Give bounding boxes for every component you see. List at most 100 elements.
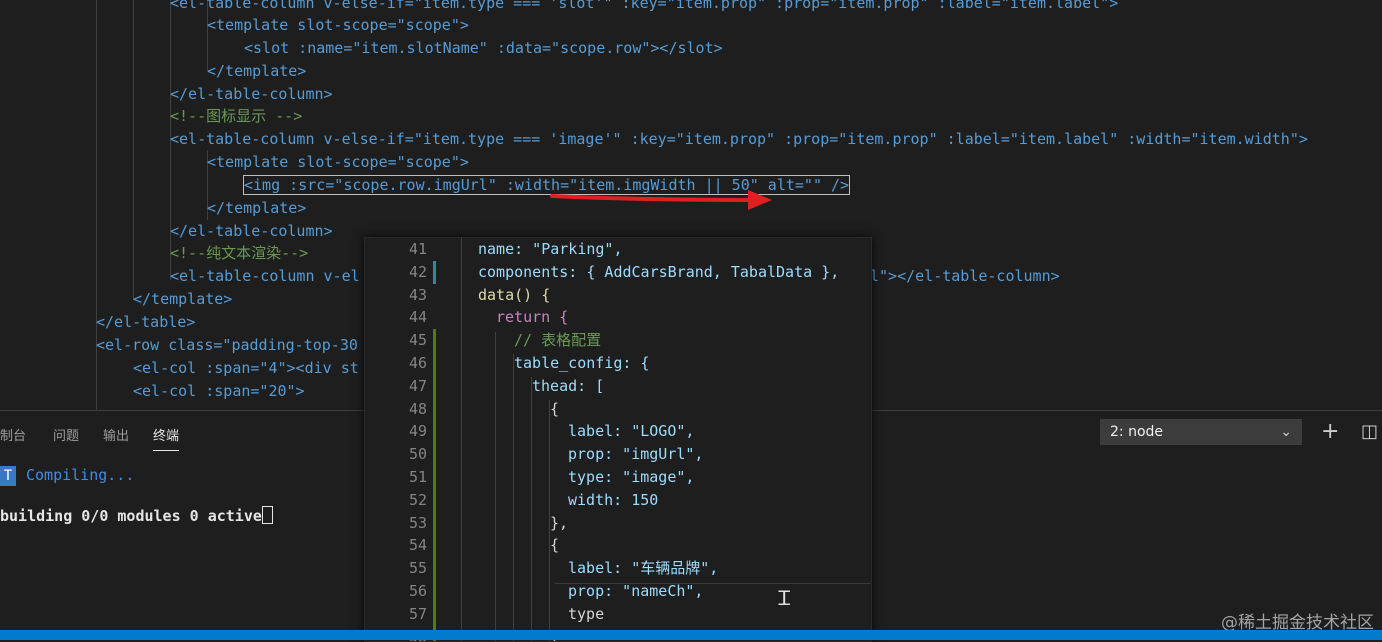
code-line: <el-table-column v-el: [170, 267, 360, 285]
line-number: 53: [408, 513, 427, 532]
line-number: 56: [408, 582, 427, 600]
line-number: 48: [408, 399, 427, 418]
peek-line: 52 width: 150: [365, 488, 871, 512]
code-line: <el-col :span="4"><div st: [133, 359, 359, 377]
line-number: 43: [408, 285, 427, 304]
code-line-tail: l"></el-table-column>: [870, 267, 1060, 285]
code-comment: <!--图标显示 -->: [170, 107, 303, 125]
line-number: 45: [408, 331, 427, 350]
line-number: 42: [408, 262, 427, 281]
peek-code-text: components: { AddCarsBrand, TabalData },: [478, 262, 840, 281]
peek-line: 57 type: [365, 602, 871, 626]
peek-code-text: // 表格配置: [514, 331, 602, 350]
split-terminal-icon[interactable]: ◫: [1361, 419, 1378, 445]
code-line: <el-row class="padding-top-30: [96, 336, 358, 354]
peek-line: 51 type: "image",: [365, 466, 871, 489]
code-line: </el-table>: [96, 313, 196, 331]
peek-code-text: type: [568, 604, 605, 623]
gutter-change-marker: [433, 352, 436, 375]
code-line: </template>: [207, 62, 307, 80]
peek-line: 41 name: "Parking",: [365, 238, 871, 261]
tab-problems[interactable]: 问题: [53, 425, 79, 444]
peek-code-text: name: "Parking",: [478, 240, 623, 258]
line-number: 52: [408, 490, 427, 509]
peek-code-text: label: "LOGO",: [568, 422, 695, 441]
code-line: <el-col :span="20">: [133, 382, 305, 400]
terminal-badge: T: [0, 466, 16, 486]
peek-code-text: label: "车辆品牌",: [568, 559, 719, 578]
peek-code-text: {: [550, 536, 560, 555]
red-arrow-annotation: [550, 190, 772, 210]
code-line: <template slot-scope="scope">: [207, 153, 469, 171]
terminal-select-value: 2: node: [1110, 424, 1164, 440]
peek-line: 47 thead: [: [365, 374, 871, 398]
peek-code-text: width: 150: [568, 490, 659, 509]
line-number: 41: [408, 240, 427, 258]
code-line: <slot :name="item.slotName" :data="scope…: [244, 39, 723, 57]
gutter-change-marker: [433, 511, 436, 535]
peek-code-text: prop: "imgUrl",: [568, 445, 704, 464]
peek-code-text: data() {: [478, 285, 551, 304]
line-number: 47: [408, 376, 427, 395]
peek-code-text: },: [550, 513, 569, 532]
peek-line: 49 label: "LOGO",: [365, 420, 871, 444]
peek-line: 55 label: "车辆品牌",: [365, 557, 871, 581]
tab-terminal[interactable]: 终端: [153, 425, 180, 451]
gutter-change-marker: [433, 534, 436, 558]
code-line: </el-table-column>: [170, 222, 333, 240]
terminal-building: building 0/0 modules 0 active: [0, 506, 273, 525]
line-number: 51: [408, 468, 427, 486]
code-line: <template slot-scope="scope">: [207, 16, 469, 34]
terminal-cursor: [261, 506, 273, 524]
gutter-change-marker: [433, 443, 436, 467]
gutter-change-marker: [433, 374, 436, 398]
line-number: 44: [408, 308, 427, 327]
code-comment: <!--纯文本渲染-->: [170, 244, 309, 262]
gutter-change-marker: [433, 329, 436, 353]
line-number: 54: [408, 536, 427, 555]
peek-line: 56 prop: "nameCh",: [365, 580, 871, 603]
peek-line: 53},: [365, 511, 871, 535]
code-line: </el-table-column>: [170, 85, 333, 103]
gutter-change-marker: [433, 580, 436, 603]
chevron-down-icon: ⌄: [1280, 424, 1292, 440]
peek-code-text: prop: "nameCh",: [568, 582, 704, 600]
peek-code-text: table_config: {: [514, 354, 650, 372]
peek-code-text: return {: [496, 308, 569, 327]
peek-code-text: type: "image",: [568, 468, 695, 486]
text-cursor-icon: Ꮖ: [778, 586, 792, 610]
gutter-change-marker: [433, 602, 436, 626]
peek-line: 44 return {: [365, 306, 871, 329]
peek-line: 54 {: [365, 534, 871, 558]
terminal-select[interactable]: 2: node ⌄: [1100, 419, 1302, 445]
line-number: 46: [408, 354, 427, 372]
indent-guide: [133, 0, 134, 300]
peek-line: 43 data() {: [365, 284, 871, 307]
gutter-change-marker: [433, 557, 436, 581]
code-line: </template>: [133, 290, 233, 308]
code-line: </template>: [207, 199, 307, 217]
peek-line: 45 // 表格配置: [365, 329, 871, 353]
peek-line: 48 {: [365, 397, 871, 421]
terminal-compiling: Compiling...: [26, 466, 135, 484]
peek-line: 46 table_config: {: [365, 352, 871, 375]
peek-code-window[interactable]: 41 name: "Parking", 42 components: { AddCar…: [364, 237, 872, 642]
tab-debug-console[interactable]: 制台: [0, 425, 26, 444]
gutter-change-marker: [433, 420, 436, 444]
code-line: <el-table-column v-else-if="item.type ==…: [170, 130, 1308, 148]
peek-code-text: {: [550, 399, 560, 418]
status-bar: [0, 630, 1382, 640]
line-number: 57: [408, 604, 427, 623]
gutter-change-marker: [433, 260, 436, 284]
line-number: 50: [408, 445, 427, 464]
code-line: <el-table-column v-else-if="item.type ==…: [170, 0, 1119, 12]
peek-code-text: thead: [: [532, 376, 605, 395]
line-number: 55: [408, 559, 427, 578]
gutter-change-marker: [433, 397, 436, 421]
peek-line: 50 prop: "imgUrl",: [365, 443, 871, 467]
line-number: 49: [408, 422, 427, 441]
tab-output[interactable]: 输出: [103, 425, 129, 444]
add-terminal-icon[interactable]: +: [1321, 419, 1339, 445]
gutter-change-marker: [433, 488, 436, 512]
gutter-change-marker: [433, 466, 436, 489]
